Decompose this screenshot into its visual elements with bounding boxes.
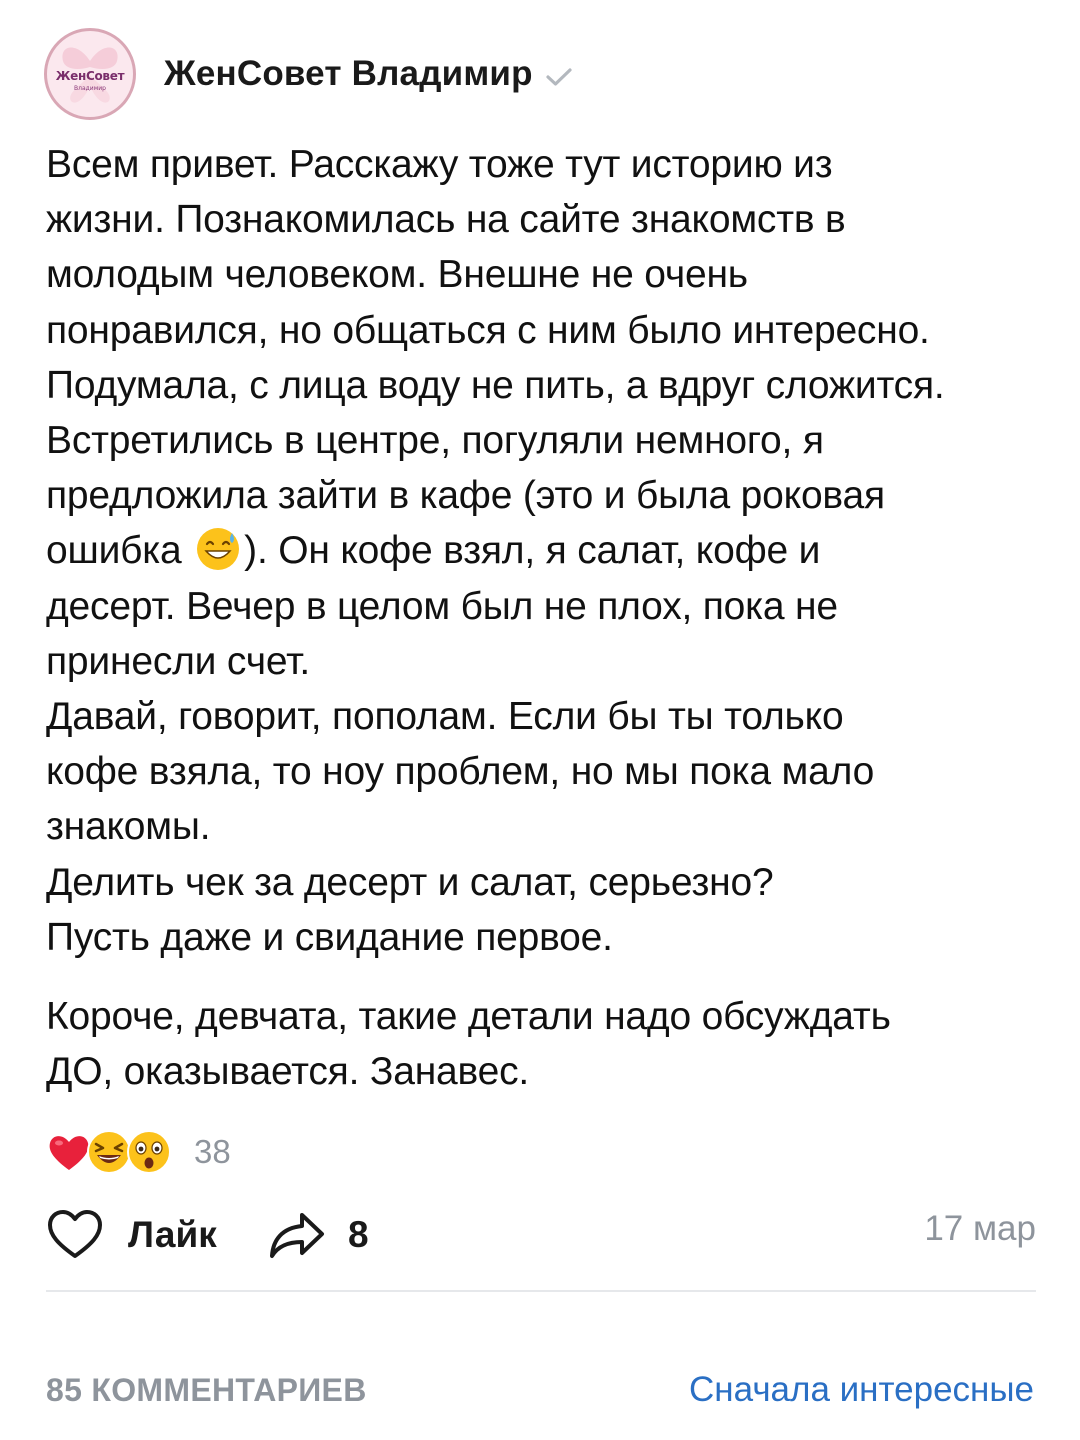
post-text-line: ошибка ). Он кофе взял, я салат, кофе и — [46, 523, 1046, 578]
post-text: Всем привет. Расскажу тоже тут историю и… — [46, 137, 1046, 1099]
verified-check-icon — [546, 68, 572, 86]
avatar-subtitle: Владимир — [74, 85, 106, 92]
like-label: Лайк — [128, 1214, 217, 1255]
post-text-line: принесли счет. — [46, 639, 311, 683]
post-text-line: предложила зайти в кафе (это и была роко… — [46, 474, 885, 518]
post-text-line: ДО, оказывается. Занавес. — [46, 1050, 530, 1094]
author-name[interactable]: ЖенСовет Владимир — [164, 54, 533, 94]
post-header: ЖенСовет Владимир ЖенСовет Владимир — [44, 28, 573, 120]
post-text-line: Делить чек за десерт и салат, серьезно? — [46, 860, 774, 904]
like-button[interactable]: Лайк — [46, 1205, 217, 1265]
post-text-line: Давай, говорит, пополам. Если бы ты толь… — [46, 695, 844, 739]
share-button[interactable]: 8 — [268, 1205, 369, 1265]
post-text-line: жизни. Познакомилась на сайте знакомств … — [46, 198, 846, 242]
post-text-line: знакомы. — [46, 805, 211, 849]
post-text-line: молодым человеком. Внешне не очень — [46, 253, 748, 297]
post-text-line: Подумала, с лица воду не пить, а вдруг с… — [46, 363, 945, 407]
post-text-line: десерт. Вечер в целом был не плох, пока … — [46, 584, 838, 628]
post-text-fragment: ). Он кофе взял, я салат, кофе и — [244, 529, 821, 573]
avatar[interactable]: ЖенСовет Владимир — [44, 28, 136, 120]
reactions-summary[interactable]: 38 — [46, 1128, 231, 1176]
heart-outline-icon — [48, 1210, 102, 1258]
post-text-line: Короче, девчата, такие детали надо обсуж… — [46, 995, 891, 1039]
comments-count: 85 КОММЕНТАРИЕВ — [46, 1372, 367, 1408]
avatar-title: ЖенСовет — [55, 69, 125, 83]
divider — [46, 1290, 1036, 1292]
post-text-line: кофе взяла, то ноу проблем, но мы пока м… — [46, 750, 875, 794]
post-text-fragment: ошибка — [46, 529, 193, 573]
share-arrow-icon — [270, 1213, 324, 1258]
share-count: 8 — [348, 1214, 369, 1255]
comments-sort-link[interactable]: Сначала интересные — [689, 1370, 1034, 1410]
post-date: 17 мар — [924, 1209, 1036, 1248]
post-text-line: понравился, но общаться с ним было интер… — [46, 308, 930, 352]
astonished-face-icon — [127, 1130, 171, 1174]
reactions-count: 38 — [194, 1133, 231, 1170]
post-text-line: Пусть даже и свидание первое. — [46, 915, 613, 959]
post-text-line: Встретились в центре, погуляли немного, … — [46, 419, 824, 463]
grinning-face-with-sweat-icon — [197, 528, 240, 571]
post-actions: Лайк 8 17 мар — [46, 1205, 1036, 1265]
post-text-line: Всем привет. Расскажу тоже тут историю и… — [46, 143, 833, 186]
